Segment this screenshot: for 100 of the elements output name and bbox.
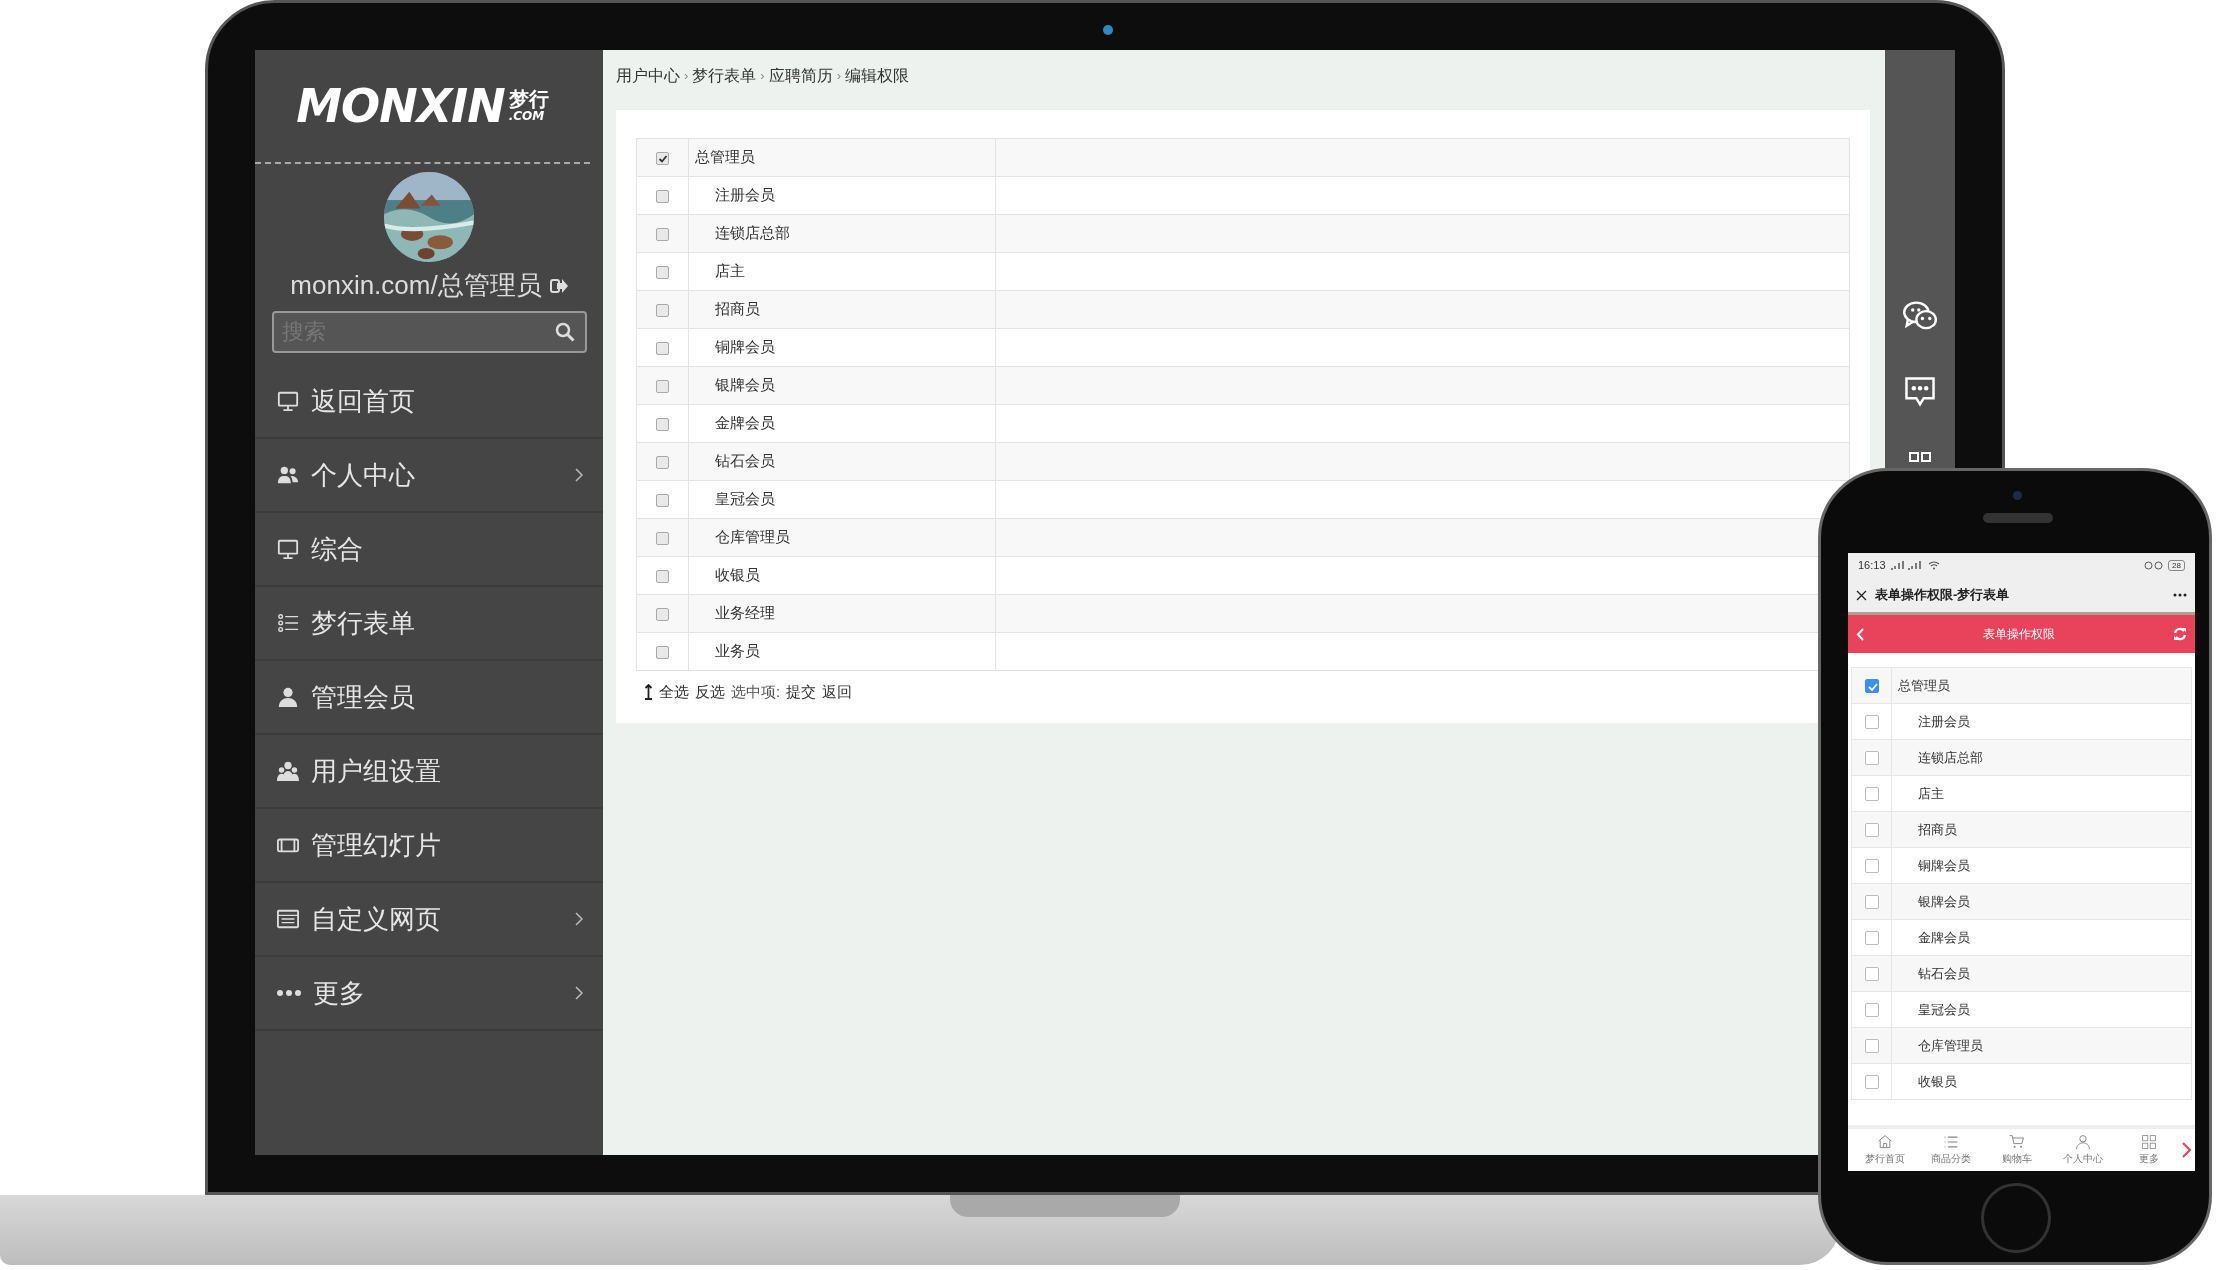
checkbox[interactable]: [1864, 931, 1879, 946]
role-label: 银牌会员: [714, 375, 775, 396]
nav-tab[interactable]: 商品分类: [1918, 1134, 1984, 1166]
checkbox[interactable]: [656, 417, 669, 431]
nav-tab[interactable]: 个人中心: [2050, 1134, 2116, 1166]
checkbox[interactable]: [656, 493, 669, 507]
dots-icon: [277, 990, 301, 996]
action-link[interactable]: 提交: [786, 681, 817, 704]
checkbox[interactable]: [1864, 1003, 1879, 1018]
chevron-icon: [575, 986, 583, 1000]
battery-level: 28: [2168, 560, 2185, 571]
action-link[interactable]: 全选: [659, 681, 689, 704]
role-label: 总管理员: [694, 147, 755, 168]
list-icon: [277, 612, 299, 634]
window-icon: [277, 908, 299, 930]
monitor-icon: [277, 390, 299, 412]
grid-icon[interactable]: [1909, 452, 1931, 462]
grid-icon: [2141, 1134, 2157, 1150]
refresh-icon[interactable]: [2173, 627, 2187, 641]
breadcrumb-link[interactable]: 应聘简历: [768, 64, 833, 88]
checkbox[interactable]: [656, 607, 669, 621]
role-label: 连锁店总部: [714, 223, 790, 244]
checkbox[interactable]: [656, 379, 669, 393]
cart-icon: [2009, 1134, 2025, 1150]
action-link[interactable]: 返回: [822, 681, 853, 704]
close-icon[interactable]: [1856, 589, 1867, 601]
role-label: 铜牌会员: [1917, 856, 1970, 875]
role-label: 收银员: [1917, 1072, 1957, 1091]
checkbox[interactable]: [656, 569, 669, 583]
wifi-icon: [1927, 561, 1940, 570]
checkbox[interactable]: [1864, 787, 1879, 802]
status-time: 16:13: [1858, 558, 1886, 574]
checkbox[interactable]: [1864, 823, 1879, 838]
checkbox[interactable]: [656, 189, 669, 203]
checkbox[interactable]: [1864, 1039, 1879, 1054]
role-label: 连锁店总部: [1917, 748, 1983, 767]
header-title: 表单操作权限: [1981, 626, 2056, 643]
role-label: 仓库管理员: [1917, 1036, 1983, 1055]
checkbox[interactable]: [1864, 895, 1879, 910]
people-icon: [277, 464, 299, 486]
chevron-icon: [575, 468, 583, 482]
checkbox[interactable]: [1864, 967, 1879, 982]
checkbox[interactable]: [656, 303, 669, 317]
checkbox[interactable]: [1864, 751, 1879, 766]
chat-bubbles-icon[interactable]: [1903, 300, 1937, 332]
more-icon[interactable]: [2173, 593, 2187, 597]
role-label: 银牌会员: [1917, 892, 1970, 911]
person-icon: [277, 686, 299, 708]
role-label: 收银员: [714, 565, 760, 586]
breadcrumb-link[interactable]: 编辑权限: [845, 64, 910, 88]
user-name: monxin.com/总管理员: [290, 269, 542, 302]
checkbox[interactable]: [656, 227, 669, 241]
role-label: 皇冠会员: [714, 489, 775, 510]
back-icon[interactable]: [1856, 627, 1864, 641]
checkbox[interactable]: [656, 645, 669, 659]
home-button[interactable]: [1981, 1183, 2051, 1253]
monitor-icon: [277, 538, 299, 560]
action-link[interactable]: 反选: [695, 681, 725, 704]
chevron-icon: [575, 912, 583, 926]
action-label: 选中项:: [731, 682, 781, 702]
separator-icon: ›: [760, 66, 765, 86]
role-label: 皇冠会员: [1917, 1000, 1970, 1019]
role-label: 店主: [714, 261, 745, 282]
logout-icon[interactable]: [549, 277, 568, 294]
checkbox[interactable]: [656, 455, 669, 469]
nav-tab[interactable]: 购物车: [1984, 1134, 2050, 1166]
checkbox[interactable]: [1864, 715, 1879, 730]
page-title: 表单操作权限-梦行表单: [1875, 586, 2011, 605]
breadcrumb-link[interactable]: 梦行表单: [692, 64, 757, 88]
role-label: 招商员: [714, 299, 760, 320]
nav-tab[interactable]: 更多: [2116, 1134, 2182, 1166]
role-label: 钻石会员: [714, 451, 775, 472]
speaker-grille: [1983, 513, 2053, 523]
role-label: 业务员: [714, 641, 760, 662]
checkbox[interactable]: [656, 151, 669, 165]
search-icon[interactable]: [555, 322, 575, 342]
camera-icon: [1103, 25, 1113, 35]
logo-text: MONXIN: [296, 79, 505, 133]
home-icon: [1877, 1134, 1893, 1150]
checkbox[interactable]: [656, 265, 669, 279]
signal-icon: [1889, 561, 1924, 570]
group-icon: [277, 760, 299, 782]
checkbox[interactable]: [1864, 1075, 1879, 1090]
role-label: 注册会员: [714, 185, 775, 206]
role-label: 业务经理: [714, 603, 775, 624]
checkbox[interactable]: [1864, 859, 1879, 874]
role-label: 金牌会员: [1917, 928, 1970, 947]
camera-icon: [2013, 491, 2022, 500]
checkbox[interactable]: [656, 341, 669, 355]
checkbox[interactable]: [656, 531, 669, 545]
separator-icon: ›: [684, 66, 689, 86]
logo-text: .COM: [508, 109, 546, 123]
breadcrumb-link[interactable]: 用户中心: [616, 64, 680, 88]
chevron-icon[interactable]: [2182, 1142, 2191, 1158]
role-label: 招商员: [1917, 820, 1957, 839]
role-label: 钻石会员: [1917, 964, 1970, 983]
select-arrow-icon: [644, 684, 653, 701]
nav-tab[interactable]: 梦行首页: [1852, 1134, 1918, 1166]
message-icon[interactable]: [1904, 376, 1936, 408]
checkbox[interactable]: [1864, 679, 1879, 694]
